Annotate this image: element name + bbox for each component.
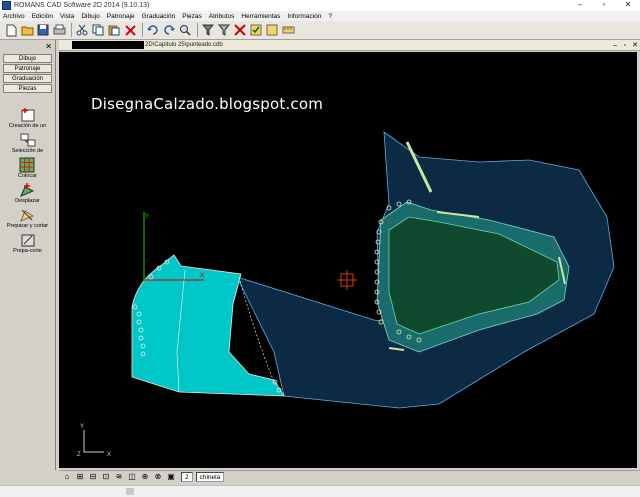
status-icon-4[interactable]: ⊡ [100, 472, 112, 482]
delete-icon[interactable] [123, 23, 137, 37]
toolbar-separator [197, 23, 198, 37]
status-page-field: 2 [181, 472, 193, 482]
tool-label: Selección de [11, 148, 44, 154]
axis-x-label: X [200, 273, 204, 279]
tool-label: Colocar [18, 173, 37, 179]
tool-create-piece[interactable]: Creación de un [9, 107, 46, 129]
horizontal-scrollbar[interactable] [0, 485, 640, 497]
menu-edicion[interactable]: Edición [32, 13, 53, 20]
doc-close-button[interactable]: ✕ [630, 41, 640, 49]
tool-move[interactable]: Desplazar [15, 182, 40, 204]
status-icon-3[interactable]: ⊟ [87, 472, 99, 482]
move-icon [19, 182, 35, 198]
menu-vista[interactable]: Vista [60, 13, 74, 20]
menu-informacion[interactable]: Información [287, 13, 321, 20]
save-icon[interactable] [36, 23, 50, 37]
status-icon-7[interactable]: ⊕ [139, 472, 151, 482]
menu-herramientas[interactable]: Herramientas [241, 13, 280, 20]
status-icon-5[interactable]: ≋ [113, 472, 125, 482]
menu-help[interactable]: ? [328, 13, 332, 20]
tool-label: Prepa-corte [13, 248, 42, 254]
status-icon-6[interactable]: ◫ [126, 472, 138, 482]
view-axes-indicator: Z X Y [77, 424, 111, 458]
pattern-drawing: Y X Z X Y [77, 131, 615, 458]
select-pieces-icon [20, 132, 36, 148]
tab-graduacion[interactable]: Graduación [3, 74, 52, 83]
place-grid-icon [19, 157, 35, 173]
left-tool-panel: ✕ Dibujo Patronaje Graduación Piezas Cre… [0, 40, 56, 470]
paste-icon[interactable] [107, 23, 121, 37]
prepare-cut-icon [19, 207, 35, 223]
tool-label: Creación de un [8, 123, 47, 129]
status-name-field: chinela [195, 472, 225, 482]
toolbar-separator [71, 23, 72, 37]
doc-maximize-button[interactable]: ▫ [620, 42, 630, 49]
status-bar: ⌂ ⊞ ⊟ ⊡ ≋ ◫ ⊕ ⊗ ▣ 2 chinela [59, 470, 640, 483]
menu-patronaje[interactable]: Patronaje [107, 13, 135, 20]
axis-y-label: Y [145, 214, 149, 220]
watermark-text: DisegnaCalzado.blogspot.com [91, 95, 324, 113]
status-icon-9[interactable]: ▣ [165, 472, 177, 482]
tool-label: Preparar y cortar [6, 223, 49, 229]
main-toolbar [0, 21, 640, 40]
menu-atributos[interactable]: Atributos [209, 13, 235, 20]
scroll-thumb[interactable] [126, 488, 134, 495]
minimize-button[interactable]: – [568, 0, 592, 11]
document-title-bar: 2D\Capitulo 25\punteado.cdb – ▫ ✕ [59, 40, 640, 51]
open-folder-icon[interactable] [20, 23, 34, 37]
filter-icon[interactable] [201, 23, 215, 37]
panel-close-button[interactable]: ✕ [45, 42, 52, 51]
tool-select-pieces[interactable]: Selección de [11, 132, 44, 154]
cut-icon[interactable] [75, 23, 89, 37]
menu-bar: Archivo Edición Vista Dibujo Patronaje G… [0, 11, 640, 21]
app-icon [2, 1, 11, 10]
corner-axis-z: Z [77, 452, 81, 458]
zoom-icon[interactable] [178, 23, 192, 37]
redacted-path [72, 41, 144, 49]
document-window: 2D\Capitulo 25\punteado.cdb – ▫ ✕ Disegn… [59, 40, 640, 470]
print-icon[interactable] [52, 23, 66, 37]
title-bar: ROMANS CAD Software 2D 2014 (9.10.13) – … [0, 0, 640, 11]
menu-archivo[interactable]: Archivo [3, 13, 25, 20]
status-icon-8[interactable]: ⊗ [152, 472, 164, 482]
status-icon-2[interactable]: ⊞ [74, 472, 86, 482]
tool-prepare-cut[interactable]: Preparar y cortar [7, 207, 48, 229]
tab-dibujo[interactable]: Dibujo [3, 54, 52, 63]
reference-marker [337, 270, 357, 290]
tool-place[interactable]: Colocar [18, 157, 37, 179]
check-icon[interactable] [249, 23, 263, 37]
copy-icon[interactable] [91, 23, 105, 37]
tool-label: Desplazar [15, 198, 40, 204]
corner-axis-x: X [107, 452, 111, 458]
menu-dibujo[interactable]: Dibujo [81, 13, 99, 20]
measure-icon[interactable] [281, 23, 295, 37]
precut-icon [20, 232, 36, 248]
doc-minimize-button[interactable]: – [610, 42, 620, 49]
drawing-canvas[interactable]: DisegnaCalzado.blogspot.com Y X Z X Y [59, 52, 637, 468]
document-path: 2D\Capitulo 25\punteado.cdb [145, 42, 223, 48]
note-icon[interactable] [265, 23, 279, 37]
tab-patronaje[interactable]: Patronaje [3, 64, 52, 73]
redo-icon[interactable] [162, 23, 176, 37]
tab-piezas[interactable]: Piezas [3, 84, 52, 93]
tool-x-icon[interactable] [233, 23, 247, 37]
close-button[interactable]: ✕ [616, 0, 640, 11]
tool-precut[interactable]: Prepa-corte [13, 232, 42, 254]
menu-piezas[interactable]: Piezas [182, 13, 202, 20]
create-piece-icon [20, 107, 36, 123]
menu-graduacion[interactable]: Graduación [142, 13, 176, 20]
status-icon-1[interactable]: ⌂ [61, 472, 73, 482]
filter-down-icon[interactable] [217, 23, 231, 37]
new-file-icon[interactable] [4, 23, 18, 37]
corner-axis-y: Y [80, 424, 84, 430]
maximize-button[interactable]: ▫ [592, 0, 616, 11]
toolbar-separator [142, 23, 143, 37]
undo-icon[interactable] [146, 23, 160, 37]
window-title: ROMANS CAD Software 2D 2014 (9.10.13) [14, 2, 150, 9]
